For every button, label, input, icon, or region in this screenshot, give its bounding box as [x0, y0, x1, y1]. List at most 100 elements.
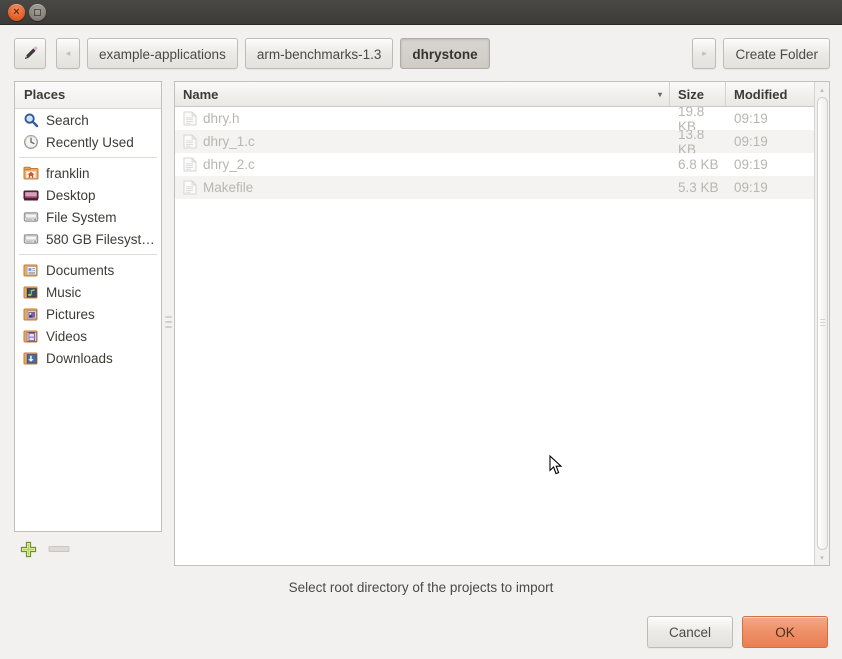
add-bookmark-button[interactable] — [17, 538, 39, 560]
table-row[interactable]: Makefile 5.3 KB 09:19 — [175, 176, 814, 199]
breadcrumb-dhrystone[interactable]: dhrystone — [400, 38, 489, 69]
scrollbar-thumb-grip — [820, 319, 825, 328]
column-header-size[interactable]: Size — [670, 82, 726, 106]
sidebar-separator — [19, 254, 157, 255]
cell-size: 6.8 KB — [670, 153, 726, 176]
text-file-icon — [183, 180, 197, 195]
search-icon — [23, 112, 39, 128]
drive-icon — [23, 231, 39, 247]
home-folder-icon — [23, 165, 39, 181]
cell-size: 5.3 KB — [670, 176, 726, 199]
sidebar-item-search[interactable]: Search — [15, 109, 161, 131]
chevron-left-icon: ◂ — [66, 38, 71, 69]
table-row[interactable]: dhry_2.c 6.8 KB 09:19 — [175, 153, 814, 176]
file-name: dhry_1.c — [203, 134, 255, 149]
sidebar-item-desktop[interactable]: Desktop — [15, 184, 161, 206]
window-titlebar: × — [0, 0, 842, 25]
places-header: Places — [15, 82, 161, 109]
sidebar-item-label: Recently Used — [46, 135, 134, 150]
cell-name: Makefile — [175, 176, 670, 199]
column-header-label: Modified — [734, 87, 787, 102]
recent-icon — [23, 134, 39, 150]
sidebar-item-label: Videos — [46, 329, 87, 344]
chooser-content: Places Search — [0, 81, 842, 566]
breadcrumb-example-applications[interactable]: example-applications — [87, 38, 238, 69]
cell-size: 19.8 KB — [670, 107, 726, 130]
path-back-button[interactable]: ◂ — [56, 38, 80, 69]
dialog-action-bar: Cancel OK — [0, 608, 842, 656]
sidebar-item-file-system[interactable]: File System — [15, 206, 161, 228]
filelist-scrollbar[interactable]: ▴ ▾ — [814, 82, 829, 565]
splitter-grip — [165, 316, 172, 331]
sidebar-item-label: File System — [46, 210, 117, 225]
sidebar-item-580gb-filesystem[interactable]: 580 GB Filesyst… — [15, 228, 161, 250]
create-folder-button[interactable]: Create Folder — [723, 38, 830, 69]
filelist-header: Name ▾ Size Modified — [175, 82, 814, 107]
breadcrumb-arm-benchmarks[interactable]: arm-benchmarks-1.3 — [245, 38, 394, 69]
column-header-label: Name — [183, 87, 218, 102]
ok-button[interactable]: OK — [742, 616, 828, 648]
type-location-button[interactable] — [14, 38, 46, 69]
scroll-up-button[interactable]: ▴ — [815, 83, 829, 96]
sidebar-item-downloads[interactable]: Downloads — [15, 347, 161, 369]
places-sidebar[interactable]: Places Search — [14, 81, 162, 532]
cell-name: dhry_2.c — [175, 153, 670, 176]
cell-name: dhry_1.c — [175, 130, 670, 153]
sidebar-item-music[interactable]: Music — [15, 281, 161, 303]
table-row[interactable]: dhry.h 19.8 KB 09:19 — [175, 107, 814, 130]
column-header-name[interactable]: Name ▾ — [175, 82, 670, 106]
pencil-icon — [22, 45, 39, 62]
sort-descending-icon: ▾ — [658, 90, 662, 99]
sidebar-item-pictures[interactable]: Pictures — [15, 303, 161, 325]
table-row[interactable]: dhry_1.c 13.8 KB 09:19 — [175, 130, 814, 153]
cancel-button[interactable]: Cancel — [647, 616, 733, 648]
sidebar-item-recently-used[interactable]: Recently Used — [15, 131, 161, 153]
sidebar-item-label: Search — [46, 113, 89, 128]
remove-bookmark-button — [48, 538, 70, 560]
sidebar-item-label: 580 GB Filesyst… — [46, 232, 155, 247]
sidebar-item-label: Pictures — [46, 307, 95, 322]
bookmark-buttons — [14, 532, 162, 566]
sidebar-separator — [19, 157, 157, 158]
sidebar-item-label: franklin — [46, 166, 90, 181]
places-column: Places Search — [14, 81, 162, 566]
close-icon: × — [13, 7, 19, 18]
sidebar-item-label: Music — [46, 285, 81, 300]
videos-folder-icon — [23, 328, 39, 344]
cell-size: 13.8 KB — [670, 130, 726, 153]
pathbar: ◂ example-applications arm-benchmarks-1.… — [0, 25, 842, 81]
sidebar-item-label: Documents — [46, 263, 114, 278]
cell-modified: 09:19 — [726, 176, 814, 199]
file-chooser-dialog: ◂ example-applications arm-benchmarks-1.… — [0, 25, 842, 659]
downloads-folder-icon — [23, 350, 39, 366]
cell-modified: 09:19 — [726, 107, 814, 130]
cell-name: dhry.h — [175, 107, 670, 130]
text-file-icon — [183, 134, 197, 149]
file-name: dhry.h — [203, 111, 240, 126]
cell-modified: 09:19 — [726, 153, 814, 176]
sidebar-item-videos[interactable]: Videos — [15, 325, 161, 347]
pane-splitter[interactable] — [162, 81, 174, 566]
status-message: Select root directory of the projects to… — [0, 566, 842, 608]
text-file-icon — [183, 111, 197, 126]
chevron-right-icon: ▸ — [702, 38, 707, 69]
column-header-modified[interactable]: Modified — [726, 82, 814, 106]
sidebar-item-documents[interactable]: Documents — [15, 259, 161, 281]
file-list[interactable]: Name ▾ Size Modified — [175, 82, 814, 565]
window-maximize-button[interactable] — [29, 4, 46, 21]
path-forward-button[interactable]: ▸ — [692, 38, 716, 69]
drive-icon — [23, 209, 39, 225]
scrollbar-thumb[interactable] — [817, 97, 828, 550]
scroll-down-button[interactable]: ▾ — [815, 551, 829, 564]
desktop-icon — [23, 187, 39, 203]
text-file-icon — [183, 157, 197, 172]
file-name: dhry_2.c — [203, 157, 255, 172]
window-close-button[interactable]: × — [8, 4, 25, 21]
file-browser[interactable]: Name ▾ Size Modified — [174, 81, 830, 566]
file-name: Makefile — [203, 180, 253, 195]
sidebar-item-label: Downloads — [46, 351, 113, 366]
column-header-label: Size — [678, 87, 704, 102]
filelist-rows: dhry.h 19.8 KB 09:19 — [175, 107, 814, 565]
sidebar-item-franklin[interactable]: franklin — [15, 162, 161, 184]
sidebar-item-label: Desktop — [46, 188, 96, 203]
